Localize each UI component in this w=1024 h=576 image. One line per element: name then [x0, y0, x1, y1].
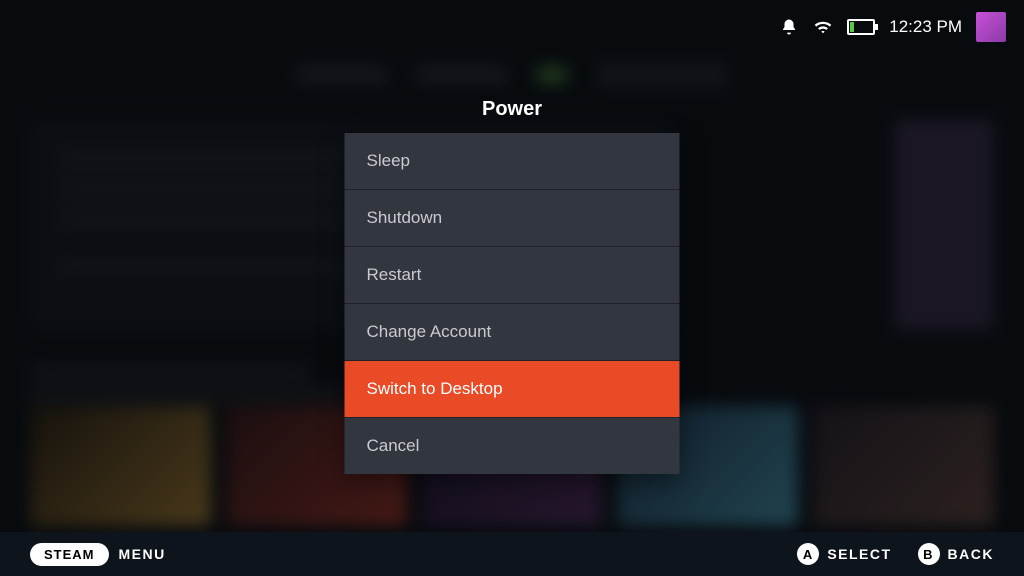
menu-item-change-account[interactable]: Change Account [345, 304, 680, 361]
bell-icon [779, 17, 799, 37]
power-menu-title: Power [482, 98, 542, 121]
a-button-icon: A [797, 543, 819, 565]
hint-back: B BACK [918, 543, 994, 565]
menu-item-sleep[interactable]: Sleep [345, 133, 680, 190]
hint-select-label: SELECT [827, 546, 891, 562]
wifi-icon [813, 17, 833, 37]
battery-icon [847, 19, 875, 35]
steam-button[interactable]: STEAM [30, 543, 109, 566]
menu-item-shutdown[interactable]: Shutdown [345, 190, 680, 247]
avatar[interactable] [976, 12, 1006, 42]
clock: 12:23 PM [889, 17, 962, 37]
status-bar: 12:23 PM [779, 12, 1006, 42]
b-button-icon: B [918, 543, 940, 565]
menu-item-restart[interactable]: Restart [345, 247, 680, 304]
hint-back-label: BACK [948, 546, 994, 562]
menu-label: MENU [119, 546, 166, 562]
bottom-bar: STEAM MENU A SELECT B BACK [0, 532, 1024, 576]
menu-item-cancel[interactable]: Cancel [345, 418, 680, 474]
hint-select: A SELECT [797, 543, 891, 565]
power-menu: Sleep Shutdown Restart Change Account Sw… [345, 133, 680, 474]
menu-item-switch-desktop[interactable]: Switch to Desktop [345, 361, 680, 418]
